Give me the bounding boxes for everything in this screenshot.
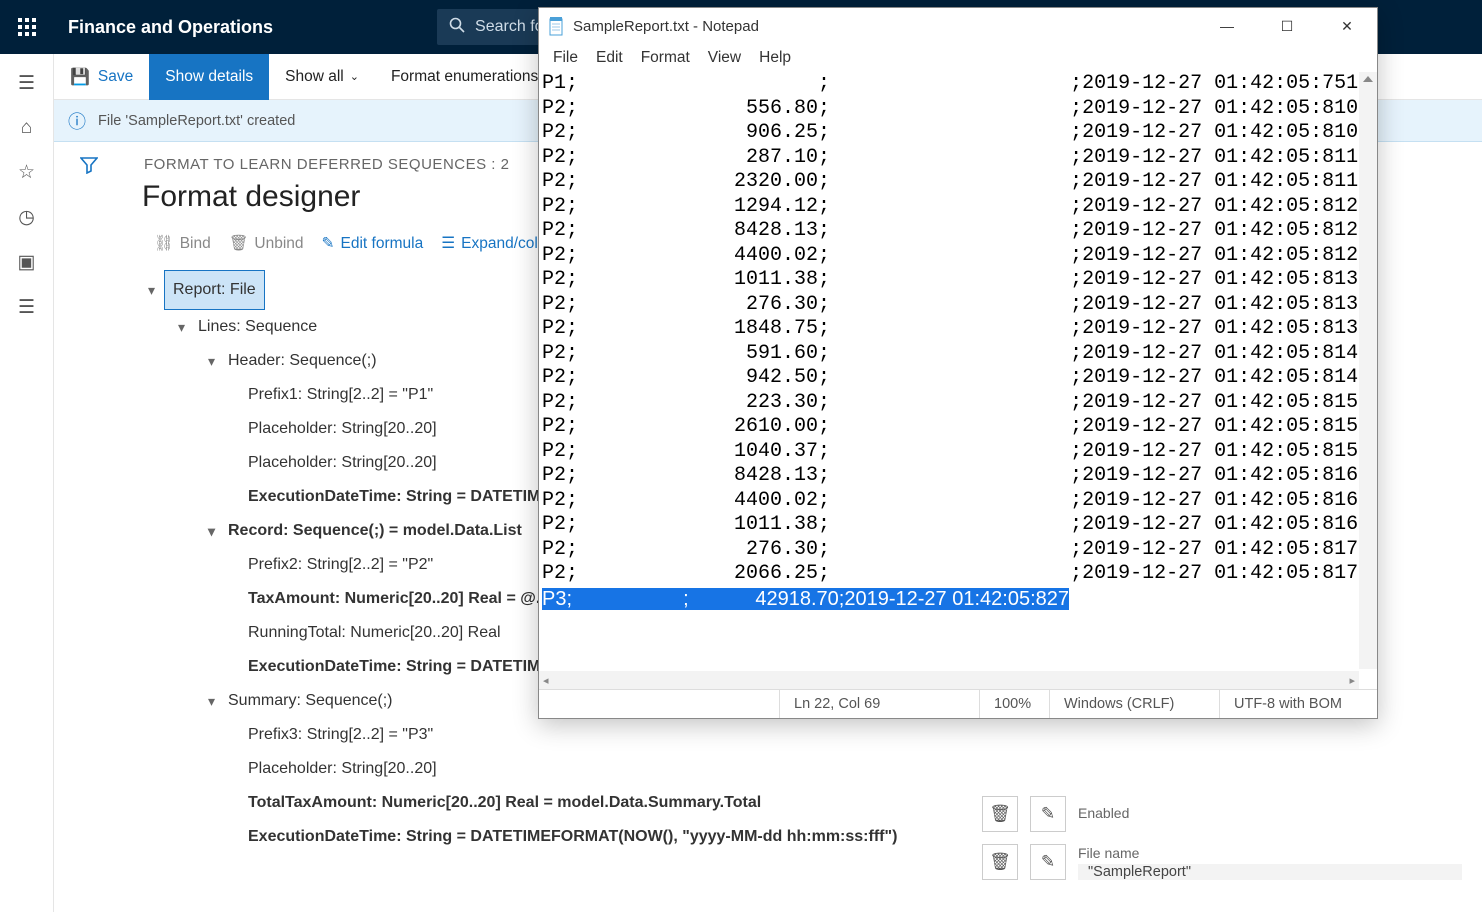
- notepad-body: P1; ; ;2019-12-27 01:42:05:751 P2; 556.8…: [539, 72, 1377, 689]
- notepad-window: SampleReport.txt - Notepad — ☐ ✕ File Ed…: [538, 7, 1378, 719]
- link-icon: ⛓: [154, 234, 174, 253]
- menu-edit[interactable]: Edit: [590, 47, 629, 69]
- hamburger-icon[interactable]: ☰: [18, 72, 35, 95]
- properties-panel: 🗑 ✎ Enabled 🗑 ✎ File name "SampleReport": [982, 796, 1462, 892]
- menu-format[interactable]: Format: [635, 47, 696, 69]
- notepad-statusbar: Ln 22, Col 69 100% Windows (CRLF) UTF-8 …: [539, 689, 1377, 718]
- tree-node-label: RunningTotal: Numeric[20..20] Real: [248, 616, 501, 650]
- filter-icon[interactable]: [80, 156, 98, 179]
- info-text: File 'SampleReport.txt' created: [98, 113, 295, 129]
- tree-node-label: Header: Sequence(;): [228, 344, 377, 378]
- save-label: Save: [98, 68, 133, 86]
- chevron-right-icon: ▸: [1349, 674, 1355, 687]
- star-icon[interactable]: ☆: [18, 161, 35, 184]
- menu-view[interactable]: View: [702, 47, 747, 69]
- tree-node-label: Prefix3: String[2..2] = "P3": [248, 718, 433, 752]
- tree-node[interactable]: Placeholder: String[20..20]: [148, 752, 922, 786]
- breadcrumb: FORMAT TO LEARN DEFERRED SEQUENCES : 2: [144, 156, 509, 173]
- tree-node-label: Summary: Sequence(;): [228, 684, 393, 718]
- tree-node-label: ExecutionDateTime: String = DATETIMEFOR: [248, 480, 585, 514]
- chevron-left-icon: ◂: [543, 674, 549, 687]
- show-all-button[interactable]: Show all ⌄: [269, 54, 375, 100]
- list-icon[interactable]: ☰: [18, 296, 35, 319]
- tree-node-label: TaxAmount: Numeric[20..20] Real = @.Valu…: [248, 582, 582, 616]
- minimize-button[interactable]: —: [1197, 8, 1257, 44]
- app-launcher-icon[interactable]: [0, 18, 54, 36]
- delete-button[interactable]: 🗑: [982, 844, 1018, 880]
- notepad-text[interactable]: P1; ; ;2019-12-27 01:42:05:751 P2; 556.8…: [539, 72, 1377, 613]
- tree-node-label: Report: File: [164, 270, 265, 310]
- menu-help[interactable]: Help: [753, 47, 797, 69]
- workspace-icon[interactable]: ▣: [18, 251, 36, 274]
- app-title: Finance and Operations: [54, 17, 287, 38]
- status-zoom: 100%: [979, 690, 1049, 718]
- edit-button[interactable]: ✎: [1030, 844, 1066, 880]
- format-enum-label: Format enumerations: [391, 68, 538, 86]
- status-encoding: UTF-8 with BOM: [1219, 690, 1377, 718]
- chevron-down-icon: ▾: [208, 344, 228, 378]
- chevron-down-icon: ▾: [208, 514, 228, 548]
- save-button[interactable]: 💾 Save: [54, 54, 149, 100]
- home-icon[interactable]: ⌂: [21, 117, 32, 139]
- info-icon: ⓘ: [68, 108, 86, 134]
- tree-node[interactable]: Prefix3: String[2..2] = "P3": [148, 718, 922, 752]
- notepad-title: SampleReport.txt - Notepad: [573, 18, 1197, 35]
- status-eol: Windows (CRLF): [1049, 690, 1219, 718]
- tree-node-label: TotalTaxAmount: Numeric[20..20] Real = m…: [248, 786, 761, 820]
- filename-field[interactable]: "SampleReport": [1078, 864, 1462, 880]
- clock-icon[interactable]: ◷: [18, 206, 35, 229]
- tree-node-label: ExecutionDateTime: String = DATETIMEFOR: [248, 650, 585, 684]
- tree-node-label: Prefix1: String[2..2] = "P1": [248, 378, 433, 412]
- tree-node-label: Lines: Sequence: [198, 310, 317, 344]
- designer-toolbar: ⛓Bind 🗑Unbind ✎Edit formula ☰Expand/col: [154, 234, 538, 253]
- pencil-icon: ✎: [322, 234, 335, 253]
- unbind-button[interactable]: 🗑Unbind: [229, 234, 304, 253]
- tree-node-label: Record: Sequence(;) = model.Data.List: [228, 514, 522, 548]
- edit-formula-button[interactable]: ✎Edit formula: [322, 234, 424, 253]
- horizontal-scrollbar[interactable]: ◂▸: [539, 671, 1359, 689]
- maximize-button[interactable]: ☐: [1257, 8, 1317, 44]
- chevron-down-icon: ▾: [208, 684, 228, 718]
- save-icon: 💾: [70, 67, 90, 87]
- list-icon: ☰: [441, 234, 455, 253]
- tree-node[interactable]: ExecutionDateTime: String = DATETIMEFORM…: [148, 820, 922, 854]
- expand-collapse-button[interactable]: ☰Expand/col: [441, 234, 538, 253]
- show-details-label: Show details: [165, 68, 253, 86]
- enabled-label: Enabled: [1078, 805, 1462, 821]
- format-enumerations-button[interactable]: Format enumerations: [375, 54, 554, 100]
- chevron-down-icon: ⌄: [350, 70, 359, 83]
- tree-node-label: Placeholder: String[20..20]: [248, 412, 437, 446]
- tree-node-label: Placeholder: String[20..20]: [248, 752, 437, 786]
- tree-node[interactable]: TotalTaxAmount: Numeric[20..20] Real = m…: [148, 786, 922, 820]
- edit-button[interactable]: ✎: [1030, 796, 1066, 832]
- show-details-button[interactable]: Show details: [149, 54, 269, 100]
- notepad-titlebar[interactable]: SampleReport.txt - Notepad — ☐ ✕: [539, 8, 1377, 44]
- tree-node-label: Placeholder: String[20..20]: [248, 446, 437, 480]
- tree-node-label: Prefix2: String[2..2] = "P2": [248, 548, 433, 582]
- page-title: Format designer: [142, 180, 360, 214]
- notepad-icon: [549, 16, 565, 36]
- close-button[interactable]: ✕: [1317, 8, 1377, 44]
- filename-label: File name: [1078, 845, 1462, 861]
- filename-property: 🗑 ✎ File name "SampleReport": [982, 844, 1462, 880]
- menu-file[interactable]: File: [547, 47, 584, 69]
- enabled-property: 🗑 ✎ Enabled: [982, 796, 1462, 832]
- show-all-label: Show all: [285, 68, 344, 86]
- notepad-menubar: File Edit Format View Help: [539, 44, 1377, 72]
- status-position: Ln 22, Col 69: [779, 690, 979, 718]
- trash-icon: 🗑: [229, 234, 249, 253]
- search-icon: [449, 17, 465, 38]
- bind-button[interactable]: ⛓Bind: [154, 234, 211, 253]
- tree-node-label: ExecutionDateTime: String = DATETIMEFORM…: [248, 820, 897, 854]
- chevron-down-icon: ▾: [178, 310, 198, 344]
- vertical-scrollbar[interactable]: [1359, 72, 1377, 669]
- nav-rail: ☰ ⌂ ☆ ◷ ▣ ☰: [0, 54, 54, 912]
- delete-button[interactable]: 🗑: [982, 796, 1018, 832]
